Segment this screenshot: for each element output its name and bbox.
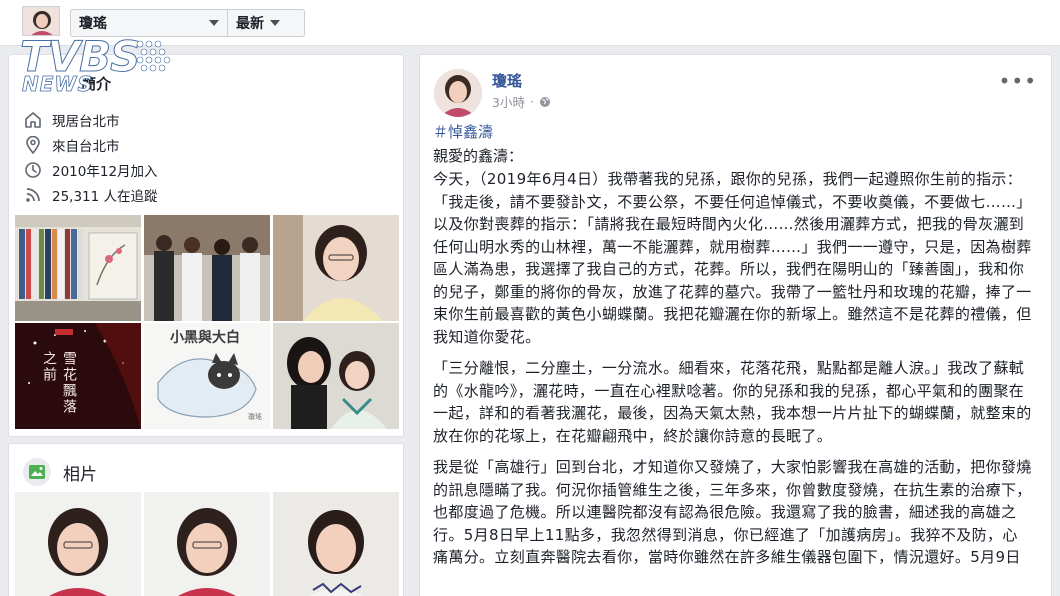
- rss-follow-icon: [26, 188, 40, 202]
- photo-tile-portrait[interactable]: [273, 215, 399, 321]
- home-icon: [25, 112, 41, 128]
- book-cover-title: 小黑與大白: [170, 330, 240, 346]
- photos-card: 相片: [8, 443, 404, 596]
- photos-header[interactable]: 相片: [23, 458, 97, 486]
- post-meta: 3小時 ·: [492, 92, 551, 111]
- post-body: ＃悼鑫濤 親愛的鑫濤： 今天，（2019年6月4日）我帶著我的兒孫，跟你的兒孫，…: [433, 117, 1033, 578]
- photo-tile-duo[interactable]: [273, 323, 399, 429]
- tvbs-news-watermark: TVBS NEWS: [14, 33, 174, 100]
- post-paragraph: 我是從「高雄行」回到台北，才知道你又發燒了，大家怕影響我在高雄的活動，把你發燒的…: [433, 458, 1032, 566]
- post-greeting: 親愛的鑫濤：: [433, 147, 524, 165]
- photo-tile-bookshelf[interactable]: [15, 215, 141, 321]
- info-from-text: 來自台北市: [52, 139, 120, 155]
- about-card: 簡介 現居台北市 來自台北市 2010年12月加入 25,311 人在追蹤 雪花…: [8, 54, 404, 437]
- sort-dropdown[interactable]: 最新: [227, 10, 288, 36]
- sort-label: 最新: [236, 16, 264, 32]
- photo-tile-novel-cover[interactable]: 雪花飄落之前: [15, 323, 141, 429]
- photos-icon: [23, 458, 51, 486]
- info-from: 來自台北市: [24, 134, 120, 156]
- info-joined-text: 2010年12月加入: [52, 164, 158, 180]
- page-name-label: 瓊瑤: [79, 16, 107, 32]
- info-followers: 25,311 人在追蹤: [24, 184, 158, 206]
- info-lives-in: 現居台北市: [24, 109, 120, 131]
- about-photo-grid: 雪花飄落之前 瓊瑤 小黑與大白: [15, 215, 399, 429]
- post-author-name[interactable]: 瓊瑤: [492, 70, 522, 91]
- post-timestamp[interactable]: 3小時: [492, 92, 525, 111]
- chevron-down-icon: [209, 20, 219, 26]
- post-paragraph: 「三分離恨，二分塵土，一分流水。細看來，花落花飛，點點都是離人淚。」我改了蘇軾的…: [433, 359, 1032, 445]
- info-joined: 2010年12月加入: [24, 159, 158, 181]
- photo-tile-group[interactable]: [144, 215, 270, 321]
- chevron-down-icon: [270, 20, 280, 26]
- photo-tile-book-cover[interactable]: 瓊瑤 小黑與大白: [144, 323, 270, 429]
- post-card: 瓊瑤 3小時 · ••• ＃悼鑫濤 親愛的鑫濤： 今天，（2019年6月4日）我…: [419, 54, 1052, 596]
- post-hashtag[interactable]: ＃悼鑫濤: [433, 120, 1033, 144]
- svg-text:瓊瑤: 瓊瑤: [248, 412, 262, 421]
- watermark-dots-icon: [136, 40, 171, 72]
- author-avatar[interactable]: [434, 69, 482, 117]
- photos-thumb-2[interactable]: [144, 492, 270, 596]
- more-options-icon[interactable]: •••: [999, 69, 1037, 93]
- info-lives-in-text: 現居台北市: [52, 114, 120, 130]
- photos-thumb-1[interactable]: [15, 492, 141, 596]
- location-pin-icon: [26, 136, 40, 154]
- photos-title: 相片: [63, 464, 97, 485]
- photos-thumb-3[interactable]: [273, 492, 399, 596]
- post-paragraph: 今天，（2019年6月4日）我帶著我的兒孫，跟你的兒孫，我們一起遵照你生前的指示…: [433, 170, 1032, 346]
- clock-icon: [25, 162, 41, 178]
- watermark-sub-text: NEWS: [22, 72, 93, 97]
- info-followers-text: 25,311 人在追蹤: [52, 189, 158, 205]
- novel-cover-title: 雪花飄落之前: [41, 351, 77, 415]
- globe-icon: [539, 96, 550, 107]
